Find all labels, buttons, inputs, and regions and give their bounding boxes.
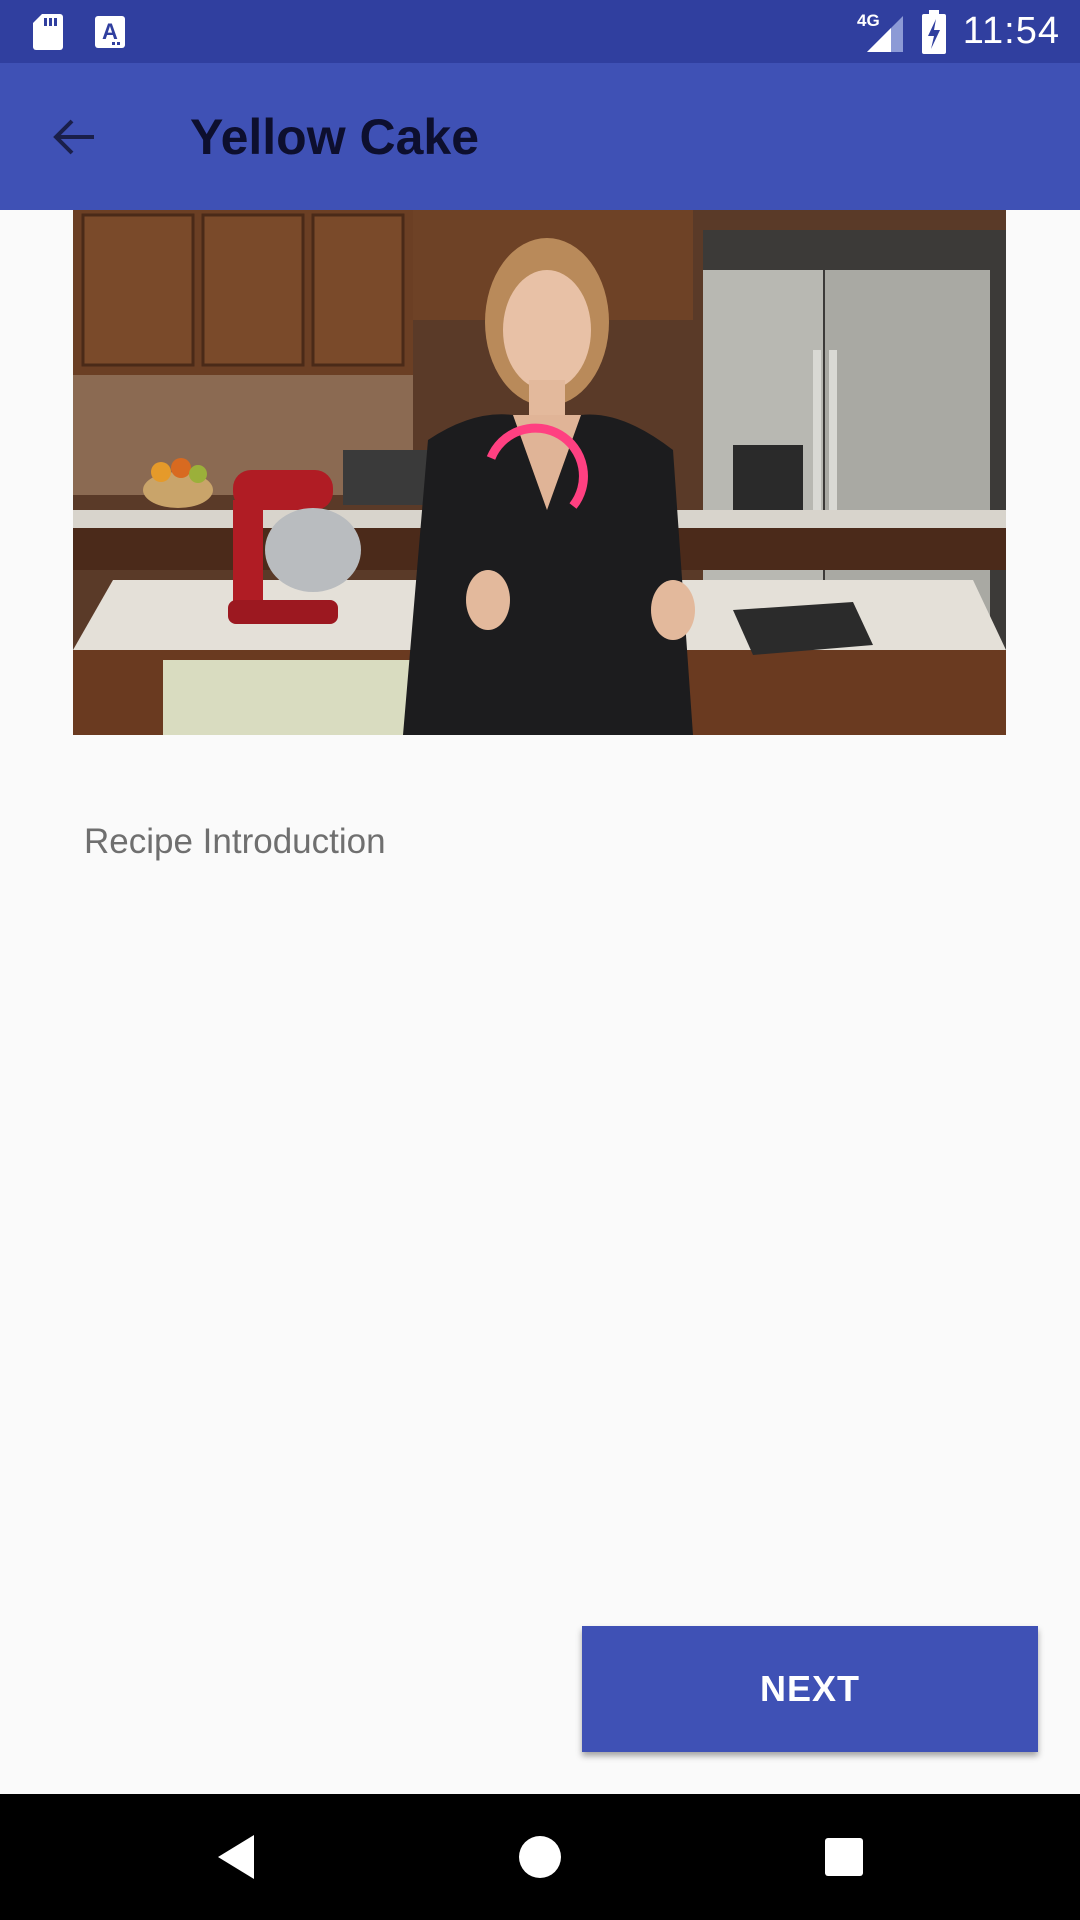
nav-recents-button[interactable]	[784, 1794, 904, 1920]
home-circle-icon	[519, 1836, 561, 1878]
video-player[interactable]	[73, 210, 1006, 735]
back-button[interactable]	[40, 103, 108, 171]
nav-back-button[interactable]	[176, 1794, 296, 1920]
back-triangle-icon	[218, 1835, 254, 1879]
sd-card-icon	[33, 14, 63, 50]
signal-4g-icon: 4G	[857, 11, 903, 52]
page-title: Yellow Cake	[190, 108, 480, 165]
navigation-bar	[0, 1794, 1080, 1920]
network-type-label: 4G	[857, 11, 880, 30]
app-bar: Yellow Cake	[0, 63, 1080, 210]
status-time: 11:54	[962, 10, 1060, 52]
recents-square-icon	[825, 1838, 863, 1876]
video-frame	[73, 210, 1006, 735]
next-button[interactable]: NEXT	[582, 1626, 1038, 1752]
nav-home-button[interactable]	[480, 1794, 600, 1920]
battery-charging-icon	[921, 9, 946, 54]
status-system-icons: 4G 11:54	[857, 0, 1060, 63]
status-bar: A 4G 11:54	[0, 0, 1080, 63]
svg-text:A: A	[102, 19, 118, 44]
status-notification-icons: A	[32, 12, 126, 50]
step-description: Recipe Introduction	[84, 822, 386, 861]
arrow-back-icon	[53, 119, 94, 155]
text-a-icon: A	[95, 16, 125, 48]
